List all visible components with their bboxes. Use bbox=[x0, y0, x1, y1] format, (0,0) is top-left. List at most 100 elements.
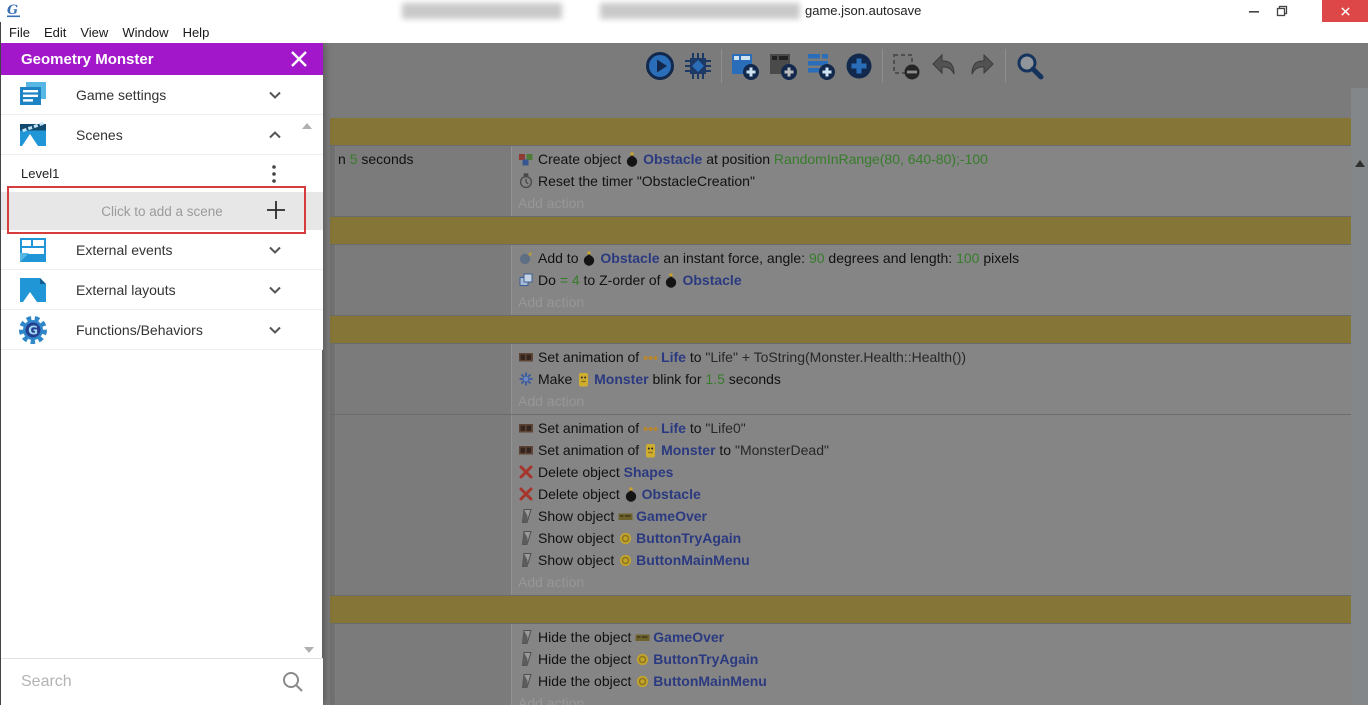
chevron-down-icon[interactable] bbox=[265, 85, 285, 105]
action-line[interactable]: Hide the object ButtonTryAgain bbox=[518, 648, 1351, 670]
add-subevent-button[interactable] bbox=[768, 51, 798, 81]
object-link[interactable]: ButtonTryAgain bbox=[636, 530, 741, 546]
restore-button[interactable] bbox=[1268, 0, 1296, 22]
scene-item-level1[interactable]: Level1 bbox=[1, 155, 323, 192]
object-link[interactable]: Monster bbox=[594, 371, 648, 387]
actions-cell[interactable]: Create object Obstacle at position Rando… bbox=[512, 146, 1351, 216]
drawer-scroll-up-icon[interactable] bbox=[302, 123, 312, 129]
action-line[interactable]: Add action bbox=[518, 692, 1351, 705]
action-line[interactable]: Delete object Shapes bbox=[518, 461, 1351, 483]
search-input[interactable]: Search bbox=[21, 673, 281, 691]
action-line[interactable]: Delete object Obstacle bbox=[518, 483, 1351, 505]
redo-button[interactable] bbox=[967, 51, 997, 81]
scene-options-kebab-icon[interactable] bbox=[265, 163, 283, 185]
object-link[interactable]: Obstacle bbox=[643, 151, 702, 167]
comment-bar[interactable] bbox=[330, 596, 1351, 624]
debug-button[interactable] bbox=[683, 51, 713, 81]
conditions-cell[interactable] bbox=[336, 245, 512, 315]
events-scrollbar[interactable] bbox=[1351, 88, 1368, 705]
add-scene-plus-icon[interactable] bbox=[265, 199, 287, 221]
action-line[interactable]: Add action bbox=[518, 192, 1351, 214]
action-line[interactable]: Set animation of Life to "Life" + ToStri… bbox=[518, 346, 1351, 368]
action-line[interactable]: Add action bbox=[518, 291, 1351, 313]
conditions-cell[interactable] bbox=[336, 624, 512, 705]
event-block[interactable]: Set animation of Life to "Life" + ToStri… bbox=[330, 344, 1351, 415]
action-line[interactable]: Do = 4 to Z-order of Obstacle bbox=[518, 269, 1351, 291]
object-link[interactable]: ButtonMainMenu bbox=[636, 552, 750, 568]
object-link[interactable]: Obstacle bbox=[642, 486, 701, 502]
action-line[interactable]: Show object ButtonMainMenu bbox=[518, 549, 1351, 571]
object-link[interactable]: Obstacle bbox=[682, 272, 741, 288]
chevron-up-icon[interactable] bbox=[265, 125, 285, 145]
undo-button[interactable] bbox=[929, 51, 959, 81]
menu-view[interactable]: View bbox=[80, 25, 119, 40]
actions-cell[interactable]: Add to Obstacle an instant force, angle:… bbox=[512, 245, 1351, 315]
event-block[interactable]: n 5 seconds Create object Obstacle at pos… bbox=[330, 146, 1351, 217]
action-line[interactable]: Make Monster blink for 1.5 seconds bbox=[518, 368, 1351, 390]
conditions-cell[interactable] bbox=[336, 415, 512, 595]
chevron-down-icon[interactable] bbox=[265, 280, 285, 300]
object-link[interactable]: Life bbox=[661, 349, 686, 365]
drawer-item-external-events[interactable]: External events bbox=[1, 230, 323, 270]
action-line[interactable]: Add to Obstacle an instant force, angle:… bbox=[518, 247, 1351, 269]
menu-window[interactable]: Window bbox=[122, 25, 179, 40]
conditions-cell[interactable]: n 5 seconds bbox=[336, 146, 512, 216]
event-block[interactable]: Add to Obstacle an instant force, angle:… bbox=[330, 245, 1351, 316]
search-icon[interactable] bbox=[281, 670, 305, 694]
add-action-placeholder[interactable]: Add action bbox=[518, 294, 584, 310]
drawer-search[interactable]: Search bbox=[1, 658, 323, 705]
event-block[interactable]: Hide the object GameOver Hide the object … bbox=[330, 624, 1351, 705]
action-line[interactable]: Hide the object GameOver bbox=[518, 626, 1351, 648]
action-line[interactable]: Create object Obstacle at position Rando… bbox=[518, 148, 1351, 170]
drawer-scroll-down-icon[interactable] bbox=[304, 647, 314, 653]
drawer-item-scenes[interactable]: Scenes bbox=[1, 115, 323, 155]
object-link[interactable]: Shapes bbox=[624, 464, 674, 480]
action-line[interactable]: Hide the object ButtonMainMenu bbox=[518, 670, 1351, 692]
add-action-placeholder[interactable]: Add action bbox=[518, 695, 584, 705]
preview-button[interactable] bbox=[645, 51, 675, 81]
menu-edit[interactable]: Edit bbox=[44, 25, 77, 40]
actions-cell[interactable]: Hide the object GameOver Hide the object … bbox=[512, 624, 1351, 705]
add-scene-row[interactable]: Click to add a scene bbox=[1, 192, 323, 230]
object-link[interactable]: Obstacle bbox=[600, 250, 659, 266]
action-line[interactable]: Reset the timer "ObstacleCreation" bbox=[518, 170, 1351, 192]
add-other-event-button[interactable] bbox=[844, 51, 874, 81]
actions-cell[interactable]: Set animation of Life to "Life" + ToStri… bbox=[512, 344, 1351, 414]
drawer-item-game-settings[interactable]: Game settings bbox=[1, 75, 323, 115]
search-events-button[interactable] bbox=[1014, 51, 1044, 81]
minimize-button[interactable] bbox=[1240, 0, 1268, 22]
action-line[interactable]: Add action bbox=[518, 571, 1351, 593]
comment-bar[interactable] bbox=[330, 217, 1351, 245]
object-link[interactable]: Monster bbox=[661, 442, 715, 458]
conditions-cell[interactable] bbox=[336, 344, 512, 414]
object-link[interactable]: ButtonTryAgain bbox=[653, 651, 758, 667]
event-block[interactable]: Set animation of Life to "Life0" Set anim… bbox=[330, 415, 1351, 596]
action-line[interactable]: Show object ButtonTryAgain bbox=[518, 527, 1351, 549]
action-line[interactable]: Show object GameOver bbox=[518, 505, 1351, 527]
close-window-button[interactable] bbox=[1322, 0, 1368, 22]
drawer-item-external-layouts[interactable]: External layouts bbox=[1, 270, 323, 310]
comment-bar[interactable] bbox=[330, 118, 1351, 146]
menu-help[interactable]: Help bbox=[183, 25, 221, 40]
add-action-placeholder[interactable]: Add action bbox=[518, 195, 584, 211]
chevron-down-icon[interactable] bbox=[265, 240, 285, 260]
scroll-up-icon[interactable] bbox=[1355, 160, 1365, 167]
condition-line[interactable]: n 5 seconds bbox=[338, 148, 511, 170]
close-drawer-icon[interactable] bbox=[289, 49, 309, 69]
menu-file[interactable]: File bbox=[9, 25, 41, 40]
object-link[interactable]: Life bbox=[661, 420, 686, 436]
object-link[interactable]: ButtonMainMenu bbox=[653, 673, 767, 689]
comment-bar[interactable] bbox=[330, 316, 1351, 344]
object-link[interactable]: GameOver bbox=[636, 508, 707, 524]
drawer-item-functions-behaviors[interactable]: G Functions/Behaviors bbox=[1, 310, 323, 350]
action-line[interactable]: Set animation of Life to "Life0" bbox=[518, 417, 1351, 439]
chevron-down-icon[interactable] bbox=[265, 320, 285, 340]
action-line[interactable]: Add action bbox=[518, 390, 1351, 412]
add-event-button[interactable] bbox=[730, 51, 760, 81]
delete-event-button[interactable] bbox=[891, 51, 921, 81]
action-line[interactable]: Set animation of Monster to "MonsterDead… bbox=[518, 439, 1351, 461]
add-action-placeholder[interactable]: Add action bbox=[518, 393, 584, 409]
add-comment-button[interactable] bbox=[806, 51, 836, 81]
actions-cell[interactable]: Set animation of Life to "Life0" Set anim… bbox=[512, 415, 1351, 595]
add-action-placeholder[interactable]: Add action bbox=[518, 574, 584, 590]
